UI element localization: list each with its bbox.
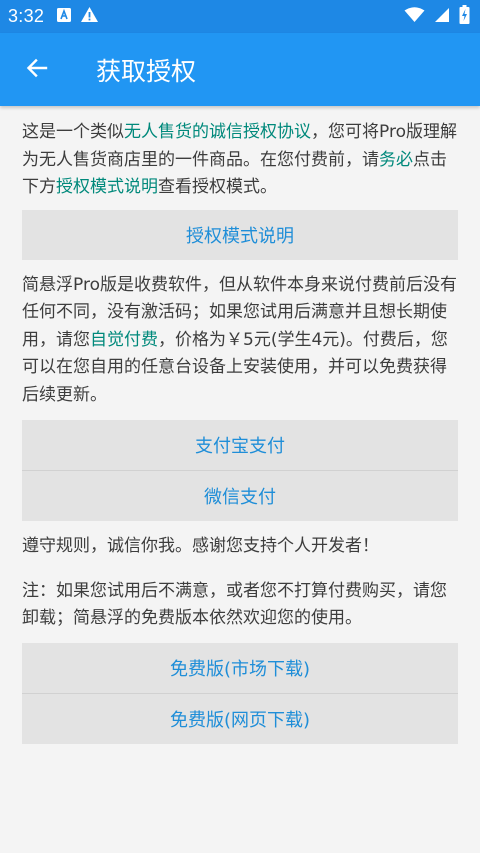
alipay-button[interactable]: 支付宝支付 (22, 420, 458, 470)
status-time: 3:32 (8, 6, 45, 26)
pricing-text: 简悬浮Pro版是收费软件，但从软件本身来说付费前后没有任何不同，没有激活码；如果… (22, 272, 458, 410)
self-pay-highlight: 自觉付费 (90, 329, 158, 350)
main-content: 这是一个类似无人售货的诚信授权协议，您可将Pro版理解为无人售货商店里的一件商品… (0, 106, 480, 744)
signal-icon (434, 7, 450, 27)
auth-mode-highlight: 授权模式说明 (56, 177, 158, 197)
app-bar: 获取授权 (0, 33, 480, 106)
font-download-icon (56, 7, 72, 27)
wechat-pay-button[interactable]: 微信支付 (22, 470, 458, 521)
status-bar: 3:32 (0, 0, 480, 33)
free-market-download-button[interactable]: 免费版(市场下载) (22, 642, 458, 693)
honor-note: 遵守规则，诚信你我。感谢您支持个人开发者！ (22, 536, 379, 556)
status-left-icons (56, 6, 99, 27)
warning-icon (80, 6, 99, 27)
intro-text-1: 这是一个类似 (22, 122, 124, 142)
payment-buttons: 支付宝支付 微信支付 (22, 420, 458, 521)
battery-charging-icon (459, 5, 470, 28)
auth-mode-button[interactable]: 授权模式说明 (22, 209, 458, 260)
wifi-icon (404, 6, 425, 27)
free-web-download-button[interactable]: 免费版(网页下载) (22, 692, 458, 744)
free-version-buttons: 免费版(市场下载) 免费版(网页下载) (22, 642, 458, 744)
status-right-icons (404, 5, 470, 28)
intro-text: 这是一个类似无人售货的诚信授权协议，您可将Pro版理解为无人售货商店里的一件商品… (22, 119, 458, 202)
page-title: 获取授权 (96, 56, 197, 86)
intro-text-4: 查看授权模式。 (158, 177, 277, 197)
agreement-highlight: 无人售货的诚信授权协议 (124, 122, 311, 142)
back-button[interactable] (0, 33, 72, 106)
arrow-left-icon (25, 56, 49, 84)
uninstall-note: 注：如果您试用后不满意，或者您不打算付费购买，请您卸载；简悬浮的免费版本依然欢迎… (22, 580, 447, 629)
must-highlight: 务必 (379, 149, 413, 170)
